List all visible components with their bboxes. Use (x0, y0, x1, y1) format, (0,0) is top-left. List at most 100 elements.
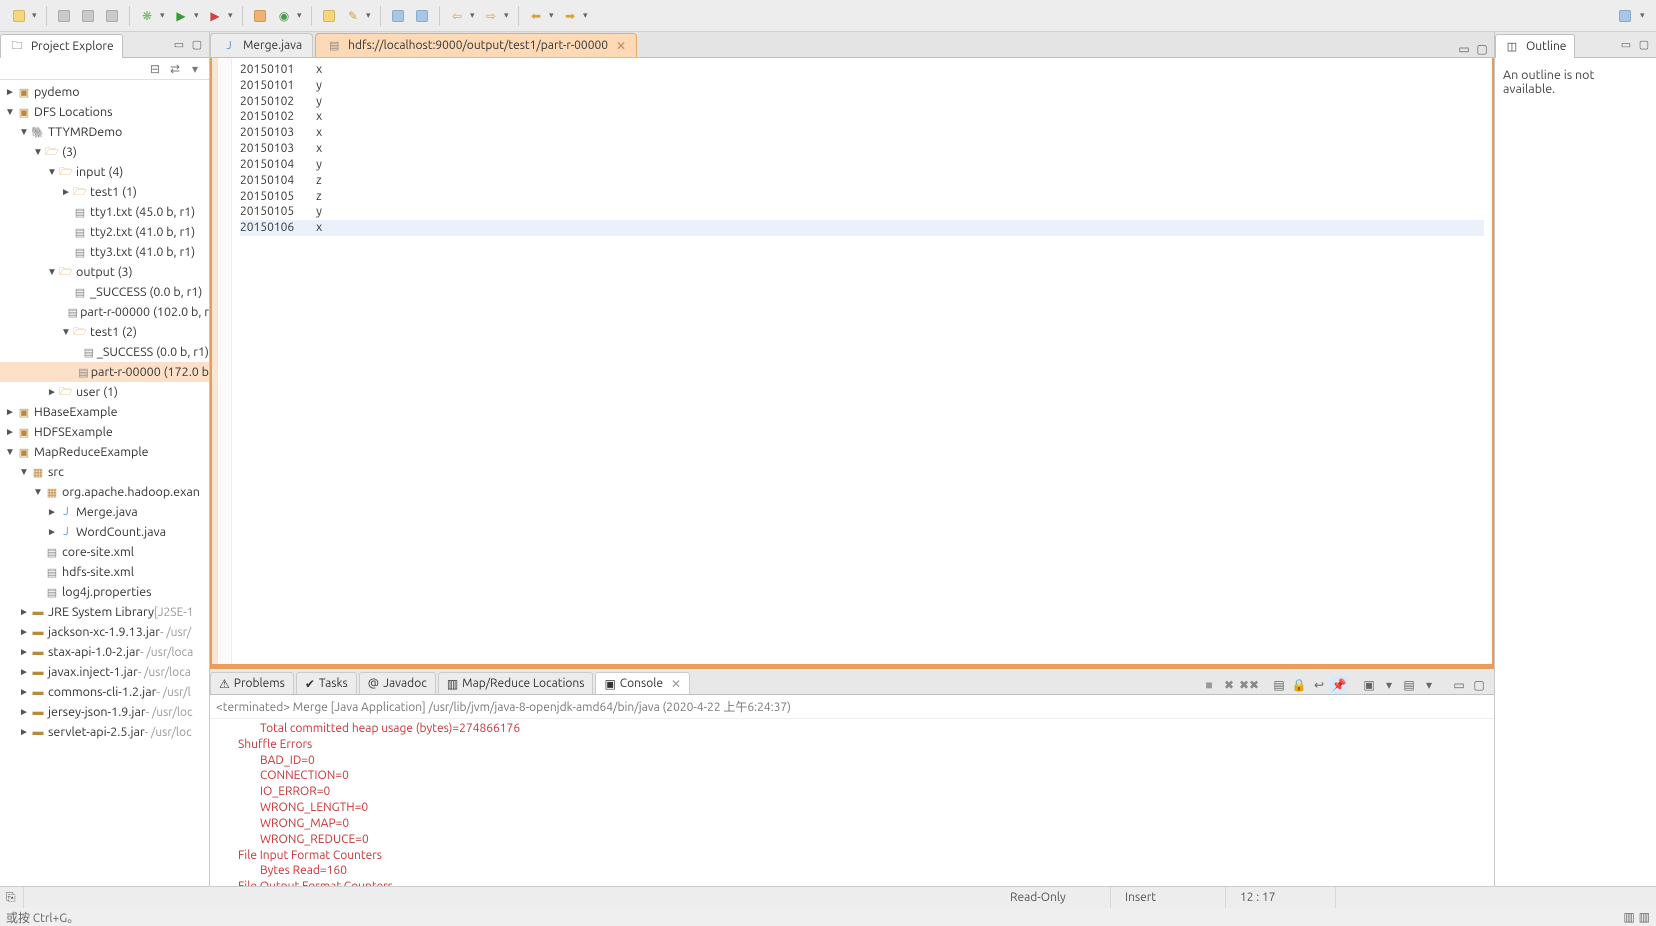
twisty-icon[interactable]: ► (18, 646, 30, 658)
back-button[interactable]: ⬅ (525, 5, 547, 27)
new-package-button[interactable] (249, 5, 271, 27)
tab-tasks[interactable]: ✔Tasks (296, 672, 357, 694)
tree-item[interactable]: ▤tty2.txt (41.0 b, r1) (0, 222, 209, 242)
tree-item[interactable]: ▤_SUCCESS (0.0 b, r1) (0, 282, 209, 302)
tree-item[interactable]: ▼🗁(3) (0, 142, 209, 162)
minimize-editor-icon[interactable]: ▭ (1456, 41, 1472, 57)
twisty-icon[interactable]: ▼ (32, 146, 44, 158)
trim-icon[interactable]: ▥ (1639, 910, 1650, 924)
toggle-mark-button[interactable] (387, 5, 409, 27)
twisty-icon[interactable]: ► (4, 406, 16, 418)
tree-item[interactable]: ▤core-site.xml (0, 542, 209, 562)
maximize-editor-icon[interactable]: ▢ (1474, 41, 1490, 57)
maximize-bottom-icon[interactable]: ▢ (1470, 676, 1488, 694)
collapse-all-icon[interactable]: ⊟ (147, 61, 163, 77)
tree-item[interactable]: ►▬stax-api-1.0-2.jar - /usr/loca (0, 642, 209, 662)
twisty-icon[interactable]: ► (46, 526, 58, 538)
view-menu-icon[interactable]: ▾ (187, 61, 203, 77)
twisty-icon[interactable]: ▼ (18, 126, 30, 138)
twisty-icon[interactable]: ▼ (60, 326, 72, 338)
twisty-icon[interactable]: ▼ (46, 266, 58, 278)
tree-item[interactable]: ▼▦src (0, 462, 209, 482)
editor-tab-hdfs[interactable]: ▤ hdfs://localhost:9000/output/test1/par… (315, 33, 637, 57)
save-button[interactable] (53, 5, 75, 27)
scroll-lock-icon[interactable]: 🔒 (1290, 676, 1308, 694)
twisty-icon[interactable]: ► (18, 706, 30, 718)
twisty-icon[interactable]: ▼ (4, 106, 16, 118)
close-icon[interactable]: ✕ (616, 39, 626, 53)
toggle-block-button[interactable] (411, 5, 433, 27)
tab-console[interactable]: ▣Console✕ (595, 672, 690, 694)
editor[interactable]: 20150101 x20150101 y20150102 y20150102 x… (210, 58, 1494, 666)
tab-problems[interactable]: ⚠Problems (210, 672, 294, 694)
debug-button[interactable]: ❋ (136, 5, 158, 27)
tree-item[interactable]: ▼🗁input (4) (0, 162, 209, 182)
link-editor-icon[interactable]: ⇄ (167, 61, 183, 77)
tree-item[interactable]: ▼▦org.apache.hadoop.exan (0, 482, 209, 502)
new-class-button[interactable]: ◉ (273, 5, 295, 27)
tree-item[interactable]: ▤tty1.txt (45.0 b, r1) (0, 202, 209, 222)
print-button[interactable] (101, 5, 123, 27)
tab-javadoc[interactable]: @Javadoc (359, 672, 436, 694)
twisty-icon[interactable]: ► (18, 686, 30, 698)
run-last-button[interactable]: ▶ (204, 5, 226, 27)
editor-body[interactable]: 20150101 x20150101 y20150102 y20150102 x… (232, 58, 1492, 664)
twisty-icon[interactable]: ► (18, 626, 30, 638)
tree-item[interactable]: ▼🗁test1 (2) (0, 322, 209, 342)
tree-item[interactable]: ►▣pydemo (0, 82, 209, 102)
twisty-icon[interactable]: ▼ (18, 466, 30, 478)
new-button[interactable] (8, 5, 30, 27)
twisty-icon[interactable]: ▼ (4, 446, 16, 458)
run-button[interactable]: ▶ (170, 5, 192, 27)
tree-item[interactable]: ►▬commons-cli-1.2.jar - /usr/l (0, 682, 209, 702)
minimize-view-icon[interactable]: ▭ (171, 37, 187, 53)
open-perspective-button[interactable] (1614, 5, 1636, 27)
project-tree[interactable]: ►▣pydemo▼▣DFS Locations▼🐘TTYMRDemo▼🗁(3)▼… (0, 80, 209, 886)
tree-item[interactable]: ►▬jackson-xc-1.9.13.jar - /usr/ (0, 622, 209, 642)
tree-item[interactable]: ▼▣DFS Locations (0, 102, 209, 122)
tree-item[interactable]: ►🗁test1 (1) (0, 182, 209, 202)
twisty-icon[interactable]: ▼ (46, 166, 58, 178)
twisty-icon[interactable]: ► (46, 386, 58, 398)
tree-item[interactable]: ►▣HDFSExample (0, 422, 209, 442)
clear-console-icon[interactable]: ▤ (1270, 676, 1288, 694)
tree-item[interactable]: ▼🗁output (3) (0, 262, 209, 282)
tree-item[interactable]: ►🗁user (1) (0, 382, 209, 402)
twisty-icon[interactable]: ► (4, 86, 16, 98)
remove-all-icon[interactable]: ✖✖ (1240, 676, 1258, 694)
outline-tab[interactable]: ◫ Outline (1495, 34, 1575, 58)
word-wrap-icon[interactable]: ↩ (1310, 676, 1328, 694)
tree-item[interactable]: ▼🐘TTYMRDemo (0, 122, 209, 142)
close-icon[interactable]: ✕ (671, 677, 681, 691)
tree-item[interactable]: ►▬jersey-json-1.9.jar - /usr/loc (0, 702, 209, 722)
tree-item[interactable]: ▤log4j.properties (0, 582, 209, 602)
tree-item[interactable]: ▤tty3.txt (41.0 b, r1) (0, 242, 209, 262)
tree-item[interactable]: ►▣HBaseExample (0, 402, 209, 422)
maximize-view-icon[interactable]: ▢ (1636, 37, 1652, 53)
tree-item[interactable]: ►▬servlet-api-2.5.jar - /usr/loc (0, 722, 209, 742)
terminate-icon[interactable]: ■ (1200, 676, 1218, 694)
open-console-icon[interactable]: ▤ (1400, 676, 1418, 694)
maximize-view-icon[interactable]: ▢ (189, 37, 205, 53)
next-annotation-button[interactable]: ⇨ (480, 5, 502, 27)
tree-item[interactable]: ▤part-r-00000 (172.0 b (0, 362, 209, 382)
twisty-icon[interactable]: ► (18, 606, 30, 618)
tree-item[interactable]: ▼▣MapReduceExample (0, 442, 209, 462)
twisty-icon[interactable]: ► (18, 666, 30, 678)
console-body[interactable]: Total committed heap usage (bytes)=27486… (210, 719, 1494, 886)
minimize-bottom-icon[interactable]: ▭ (1450, 676, 1468, 694)
twisty-icon[interactable]: ► (60, 186, 72, 198)
twisty-icon[interactable]: ▼ (32, 486, 44, 498)
forward-button[interactable]: ➡ (559, 5, 581, 27)
tree-item[interactable]: ▤_SUCCESS (0.0 b, r1) (0, 342, 209, 362)
tree-item[interactable]: ►▬javax.inject-1.jar - /usr/loca (0, 662, 209, 682)
display-selected-console-icon[interactable]: ▣ (1360, 676, 1378, 694)
tree-item[interactable]: ►JWordCount.java (0, 522, 209, 542)
tree-item[interactable]: ▤hdfs-site.xml (0, 562, 209, 582)
remove-launch-icon[interactable]: ✖ (1220, 676, 1238, 694)
twisty-icon[interactable]: ► (46, 506, 58, 518)
open-type-button[interactable] (318, 5, 340, 27)
pin-console-icon[interactable]: 📌 (1330, 676, 1348, 694)
tree-item[interactable]: ►▬JRE System Library [J2SE-1 (0, 602, 209, 622)
tree-item[interactable]: ▤part-r-00000 (102.0 b, r (0, 302, 209, 322)
